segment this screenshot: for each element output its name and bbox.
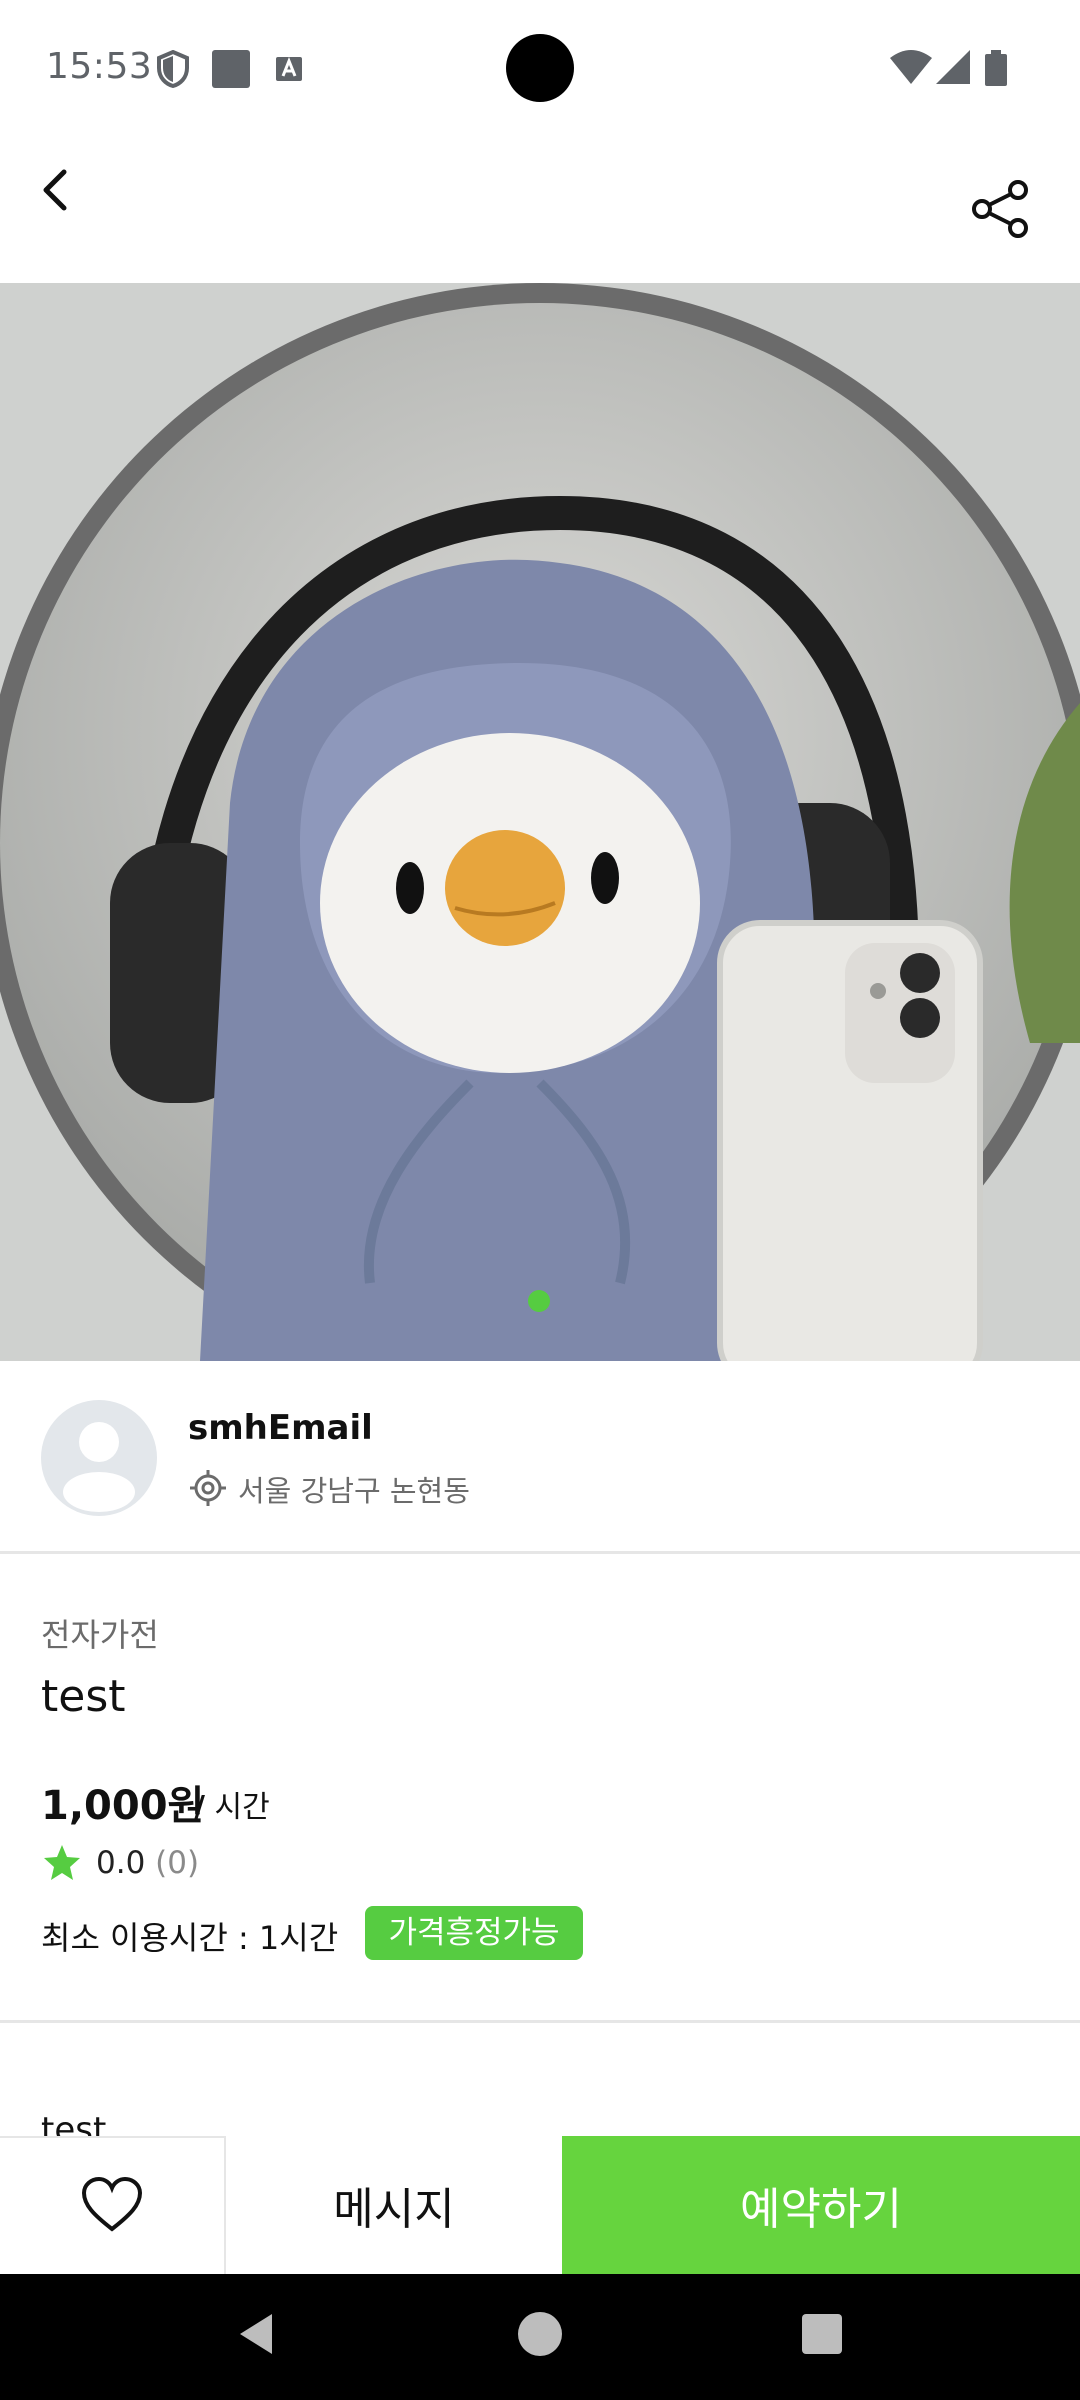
rating-score: 0.0 [96,1845,146,1881]
book-button[interactable]: 예약하기 [562,2136,1080,2274]
message-button[interactable]: 메시지 [226,2136,562,2274]
heart-icon [82,2177,142,2232]
battery-icon [985,50,1007,86]
front-camera [506,34,574,102]
signal-icon [936,50,970,84]
share-icon[interactable] [968,176,1034,242]
item-title: test [41,1671,126,1722]
price-unit-slash: / [194,1790,205,1825]
min-usage-time: 최소 이용시간 : 1시간 [41,1919,339,1957]
rating-count: (0) [155,1845,200,1881]
status-bar: 15:53 [0,0,1080,140]
divider [0,2020,1080,2023]
avatar[interactable] [41,1400,157,1516]
nav-back-icon[interactable] [236,2312,276,2356]
carousel-indicator-dot [528,1290,550,1312]
star-icon [44,1845,80,1880]
divider [0,1551,1080,1554]
shield-icon [157,50,189,88]
like-button[interactable] [0,2136,226,2274]
price-unit-label: 시간 [214,1790,270,1825]
product-photo[interactable] [0,283,1080,1361]
location-icon [190,1470,226,1506]
nav-home-icon[interactable] [518,2312,562,2356]
app-square-icon [212,50,250,88]
product-photo-illustration [0,283,1080,1361]
seller-name[interactable]: smhEmail [188,1408,373,1448]
status-time: 15:53 [46,46,153,87]
default-avatar-icon [63,1422,135,1512]
rating: 0.0 (0) [96,1845,199,1881]
price-unit: / 시간 [194,1782,270,1826]
app-bar [0,140,1080,283]
negotiable-badge: 가격흥정가능 [365,1906,583,1960]
nav-recents-icon[interactable] [802,2314,842,2354]
seller-location: 서울 강남구 논현동 [238,1474,470,1508]
font-a-icon [276,56,302,81]
item-price: 1,000원 [41,1783,205,1829]
item-category: 전자가전 [41,1616,159,1654]
back-arrow-icon[interactable] [26,160,86,220]
wifi-icon [890,50,932,84]
